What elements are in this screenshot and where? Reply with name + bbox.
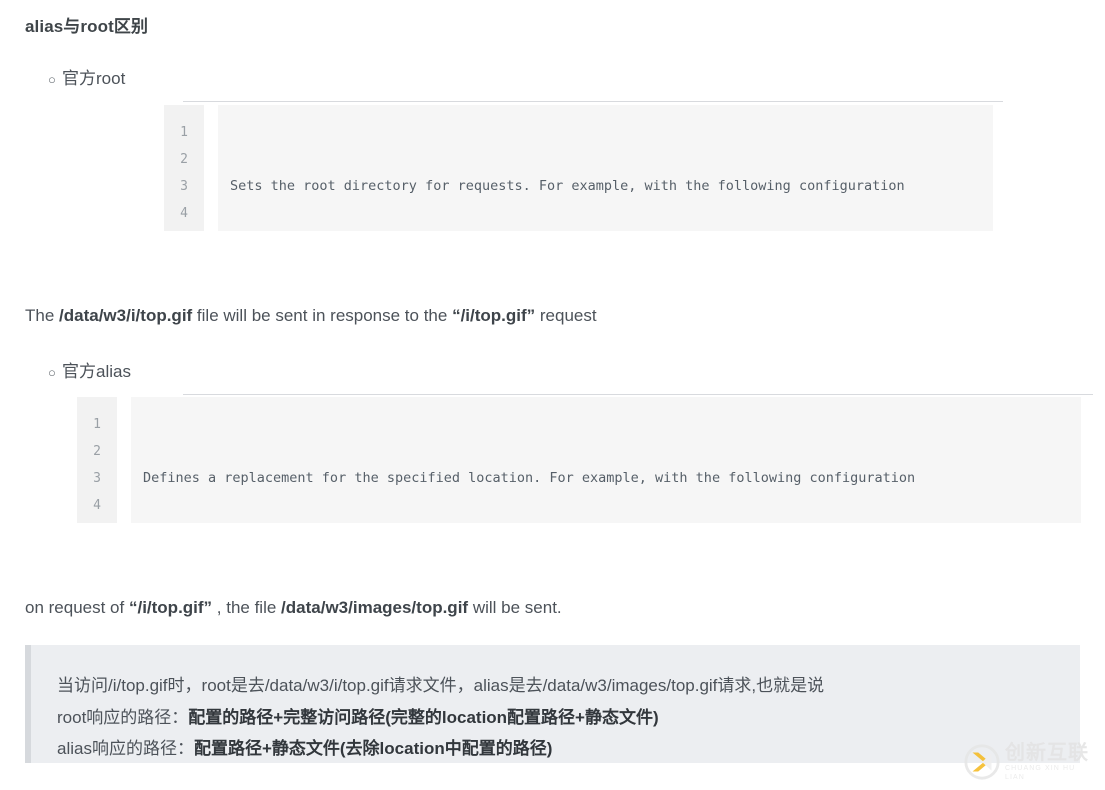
code-line-numbers: 1 2 3 4 [77,397,117,523]
text-part: will be sent. [468,598,562,617]
code-line: Defines a replacement for the specified … [143,470,916,486]
section-divider-root [183,101,1003,102]
note-line-2: root响应的路径：配置的路径+完整访问路径(完整的location配置路径+静… [57,703,659,728]
code-content-root[interactable]: Sets the root directory for requests. Fo… [218,105,993,231]
note-value: 配置路径+静态文件(去除location中配置的路径) [193,739,553,758]
line-number: 4 [93,498,101,513]
note-value: 配置的路径+完整访问路径(完整的location配置路径+静态文件) [188,708,659,727]
code-gutter-spacer [204,105,218,231]
note-line-3: alias响应的路径：配置路径+静态文件(去除location中配置的路径) [57,734,552,759]
list-item-root: ○ 官方root [48,64,125,89]
code-gutter-spacer [117,397,131,523]
paragraph-alias-result: on request of “/i/top.gif” , the file /d… [25,598,562,618]
code-line-numbers: 1 2 3 4 [164,105,204,231]
request-emphasis: “/i/top.gif” [452,306,536,325]
note-label: root响应的路径： [57,708,189,727]
line-number: 1 [180,125,188,140]
line-number: 2 [180,152,188,167]
note-line-1: 当访问/i/top.gif时，root是去/data/w3/i/top.gif请… [57,676,825,695]
bullet-circle-icon: ○ [48,365,56,380]
line-number: 1 [93,417,101,432]
text-part: The [25,306,60,325]
line-number: 3 [93,471,101,486]
code-content-alias[interactable]: Defines a replacement for the specified … [131,397,1081,523]
path-emphasis: /data/w3/images/top.gif [281,598,469,617]
paragraph-root-result: The /data/w3/i/top.gif file will be sent… [25,306,597,326]
list-item-label: 官方alias [62,362,131,381]
code-block-alias: 1 2 3 4 Defines a replacement for the sp… [77,397,1081,523]
list-item-label: 官方root [62,69,126,88]
page-title: alias与root区别 [25,17,149,36]
code-line: Sets the root directory for requests. Fo… [230,178,905,194]
line-number: 4 [180,206,188,221]
text-part: request [535,306,597,325]
line-number: 3 [180,179,188,194]
request-emphasis: “/i/top.gif” [128,598,213,617]
note-label: alias响应的路径： [57,739,194,758]
section-divider-alias [183,394,1093,395]
bullet-circle-icon: ○ [48,72,56,87]
list-item-alias: ○ 官方alias [48,357,131,382]
path-emphasis: /data/w3/i/top.gif [59,306,193,325]
line-number: 2 [93,444,101,459]
watermark-en: CHUANG XIN HU LIAN [1005,764,1076,781]
summary-note-box: 当访问/i/top.gif时，root是去/data/w3/i/top.gif请… [25,645,1080,763]
text-part: file will be sent in response to the [192,306,453,325]
text-part: on request of [25,598,129,617]
code-block-root: 1 2 3 4 Sets the root directory for requ… [164,105,993,231]
text-part: , the file [212,598,282,617]
document-page: alias与root区别 ○ 官方root 1 2 3 4 Sets the r… [0,0,1105,790]
